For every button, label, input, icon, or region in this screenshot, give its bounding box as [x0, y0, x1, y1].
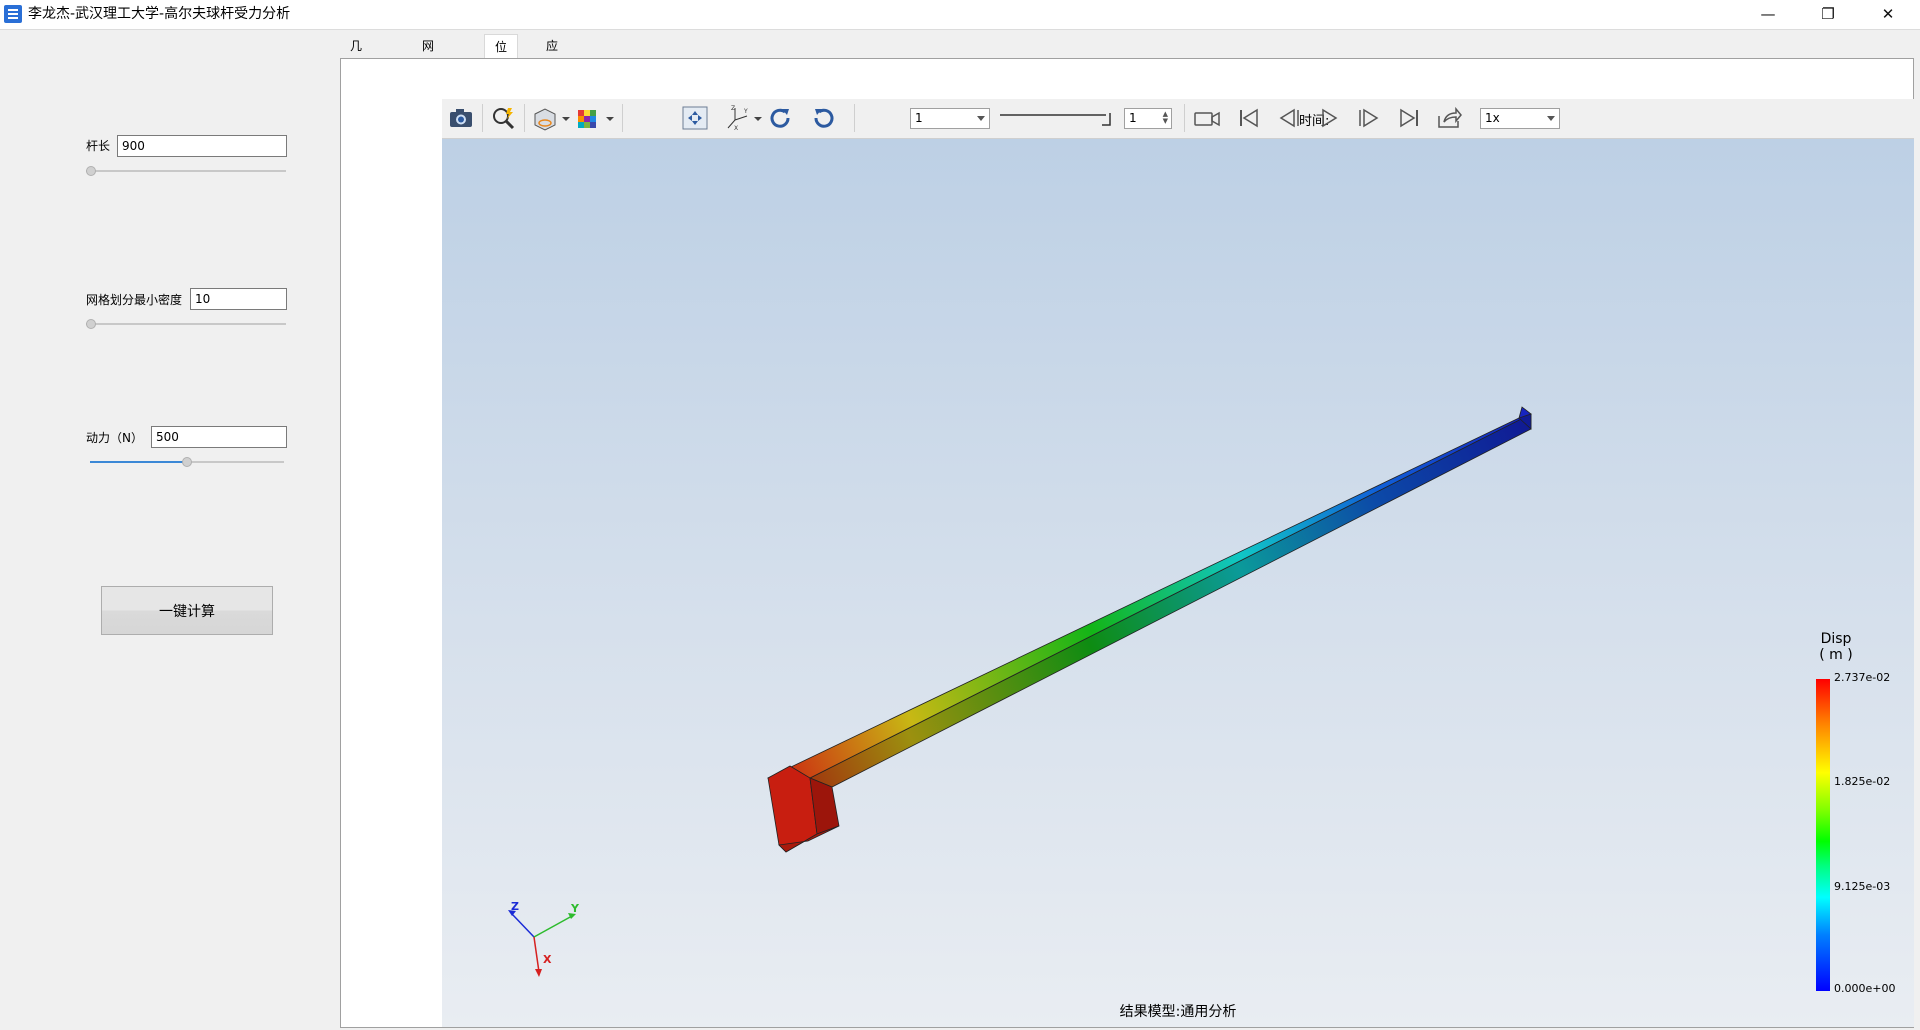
legend-tick-max: 2.737e-02 — [1834, 671, 1891, 684]
right-scroll-strip — [1914, 58, 1920, 1028]
axis-y-label: Y — [571, 902, 579, 915]
prev-frame-icon[interactable] — [1274, 104, 1304, 132]
export-icon[interactable] — [1434, 104, 1464, 132]
svg-text:Y: Y — [743, 108, 748, 115]
legend-title-line1: Disp — [1820, 631, 1852, 647]
rod-length-slider[interactable] — [86, 165, 286, 177]
time-slider[interactable] — [998, 111, 1116, 127]
slider-thumb[interactable] — [86, 319, 96, 329]
compute-button[interactable]: 一键计算 — [101, 586, 273, 635]
slider-track — [86, 170, 286, 172]
zoom-fit-icon[interactable] — [488, 104, 518, 132]
app-window: 李龙杰-武汉理工大学-高尔夫球杆受力分析 — ❐ ✕ 杆长 网格划分最小密度 动… — [0, 0, 1920, 1030]
last-frame-icon[interactable] — [1394, 104, 1424, 132]
tab-mesh[interactable]: 网格划分 — [412, 34, 444, 125]
legend-tick-min: 0.000e+00 — [1834, 982, 1896, 995]
rotate-ccw-icon[interactable] — [808, 104, 838, 132]
svg-text:Z: Z — [731, 105, 735, 112]
rotate-cw-icon[interactable] — [766, 104, 796, 132]
result-model-caption: 结果模型:通用分析 — [1119, 1004, 1237, 1020]
slider-fill — [90, 461, 187, 463]
minimize-button[interactable]: — — [1740, 0, 1796, 29]
3d-viewport[interactable]: Z Y X Disp ( m ) 2.737e-02 1.825e-02 9.1… — [442, 139, 1914, 1027]
tab-stress[interactable]: 应力 — [536, 34, 568, 77]
mesh-density-input[interactable] — [190, 288, 287, 310]
slider-thumb[interactable] — [86, 166, 96, 176]
slider-thumb[interactable] — [182, 457, 192, 467]
maximize-button[interactable]: ❐ — [1800, 0, 1856, 29]
pan-icon[interactable] — [680, 104, 710, 132]
parameter-panel: 杆长 网格划分最小密度 动力（N） — [0, 30, 340, 1030]
time-select-value: 1 — [915, 111, 923, 125]
view-cube-icon[interactable] — [530, 104, 560, 132]
record-icon[interactable] — [1192, 104, 1222, 132]
chevron-down-icon[interactable] — [752, 104, 764, 132]
force-label: 动力（N） — [86, 431, 143, 445]
tab-geometry[interactable]: 几何结构 — [340, 34, 372, 125]
rod-length-label: 杆长 — [86, 139, 111, 153]
window-title: 李龙杰-武汉理工大学-高尔夫球杆受力分析 — [28, 6, 291, 22]
rod-length-input[interactable] — [117, 135, 287, 157]
chevron-down-icon[interactable] — [560, 104, 572, 132]
beam-side-face — [809, 413, 1532, 788]
force-slider[interactable] — [90, 456, 284, 468]
step-spinbox-value: 1 — [1129, 111, 1137, 125]
axis-z-label: Z — [511, 900, 519, 913]
app-icon — [4, 5, 22, 23]
time-select[interactable]: 1 — [910, 108, 990, 129]
first-frame-icon[interactable] — [1234, 104, 1264, 132]
legend-title: Disp ( m ) — [1816, 631, 1856, 663]
step-spinbox[interactable]: 1 ▲ ▼ — [1124, 108, 1172, 129]
speed-select[interactable]: 1x — [1480, 108, 1560, 129]
legend-tick-2: 1.825e-02 — [1834, 775, 1891, 788]
legend-tick-3: 9.125e-03 — [1834, 880, 1891, 893]
next-frame-icon[interactable] — [1354, 104, 1384, 132]
beam-top-face — [767, 413, 1532, 790]
play-icon[interactable] — [1314, 104, 1344, 132]
tab-displacement[interactable]: 位移 — [484, 34, 519, 78]
model-render — [508, 406, 1532, 977]
force-input[interactable] — [151, 426, 287, 448]
close-button[interactable]: ✕ — [1860, 0, 1916, 29]
chevron-down-icon[interactable] — [604, 104, 616, 132]
slider-track — [86, 323, 286, 325]
legend-title-line2: ( m ) — [1819, 647, 1853, 663]
chevron-down-icon — [977, 116, 985, 121]
mesh-density-label: 网格划分最小密度 — [86, 293, 183, 307]
axis-x-label: X — [543, 953, 552, 966]
mesh-density-slider[interactable] — [86, 318, 286, 330]
color-map-icon[interactable] — [574, 104, 604, 132]
title-bar: 李龙杰-武汉理工大学-高尔夫球杆受力分析 — ❐ ✕ — [0, 0, 1920, 30]
speed-select-value: 1x — [1485, 111, 1500, 125]
svg-text:X: X — [734, 125, 738, 132]
axis-triad — [508, 910, 576, 977]
spin-arrows-icon[interactable]: ▲ ▼ — [1163, 111, 1168, 125]
chevron-down-icon — [1547, 116, 1555, 121]
legend-color-bar — [1816, 679, 1830, 991]
viewer-toolbar: ZYX 时间: 1 1 ▲ ▼ 1x — [442, 99, 1914, 139]
axes-icon[interactable]: Z Y X — [722, 104, 752, 132]
camera-icon[interactable] — [446, 104, 476, 132]
